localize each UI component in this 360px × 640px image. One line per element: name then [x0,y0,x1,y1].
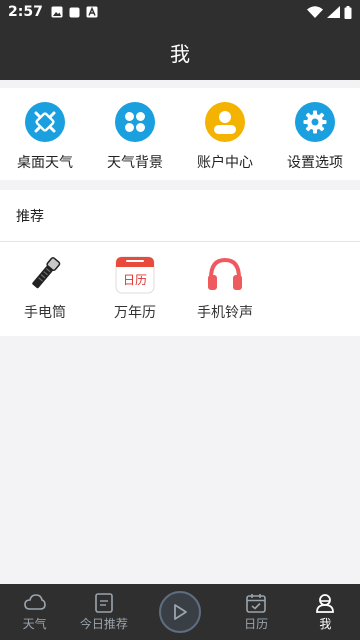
image-notification-icon [51,6,63,18]
recommend-section: 推荐 手电筒 日历 万年历 手机铃声 [0,190,360,336]
quick-action-label: 桌面天气 [17,155,73,171]
puzzle-icon [25,102,65,142]
document-icon [95,592,113,613]
app-notification-icon [69,7,80,17]
quick-action-weather-background[interactable]: 天气背景 [90,88,180,180]
nav-tab-today[interactable]: 今日推荐 [69,584,138,640]
nav-play-container [138,591,221,633]
calendar-check-icon [246,593,266,613]
recommend-title: 推荐 [0,190,360,242]
nav-tab-calendar[interactable]: 日历 [222,584,291,640]
battery-icon [344,5,352,19]
clover-icon [115,102,155,142]
quick-action-label: 天气背景 [107,155,163,171]
recommend-item-label: 万年历 [114,305,156,321]
user-icon [205,102,245,142]
quick-action-label: 账户中心 [197,155,253,171]
text-notification-icon [86,6,98,18]
calendar-icon-text: 日历 [123,273,147,287]
profile-icon [316,593,335,613]
recommend-item-ringtone[interactable]: 手机铃声 [180,242,270,322]
recommend-item-label: 手电筒 [24,305,66,321]
flashlight-icon [23,252,67,296]
quick-actions: 桌面天气 天气背景 账户中心 设置选项 [0,88,360,180]
cloud-icon [23,593,46,610]
quick-action-label: 设置选项 [287,155,343,171]
headphones-icon [203,252,247,296]
recommend-item-calendar[interactable]: 日历 万年历 [90,242,180,322]
quick-action-account-center[interactable]: 账户中心 [180,88,270,180]
quick-action-desktop-weather[interactable]: 桌面天气 [0,88,90,180]
quick-action-settings[interactable]: 设置选项 [270,88,360,180]
nav-tab-label: 日历 [244,616,269,631]
nav-tab-weather[interactable]: 天气 [0,584,69,640]
wifi-icon [307,6,323,18]
nav-tab-label: 今日推荐 [79,616,128,631]
recommend-item-flashlight[interactable]: 手电筒 [0,242,90,322]
calendar-icon: 日历 [113,252,157,296]
nav-tab-label: 我 [319,616,332,631]
gear-icon [295,102,335,142]
title-bar: 我 [0,24,360,80]
recommend-list: 手电筒 日历 万年历 手机铃声 [0,242,360,322]
recommend-item-label: 手机铃声 [197,305,253,321]
play-icon [174,604,187,620]
bottom-nav: 天气 今日推荐 日历 我 [0,584,360,640]
status-bar: 2:57 [0,0,360,24]
status-time: 2:57 [8,4,43,20]
nav-tab-label: 天气 [22,616,47,631]
page-title: 我 [170,41,190,66]
play-button[interactable] [159,591,201,633]
nav-tab-me[interactable]: 我 [291,584,360,640]
signal-icon [327,6,340,18]
